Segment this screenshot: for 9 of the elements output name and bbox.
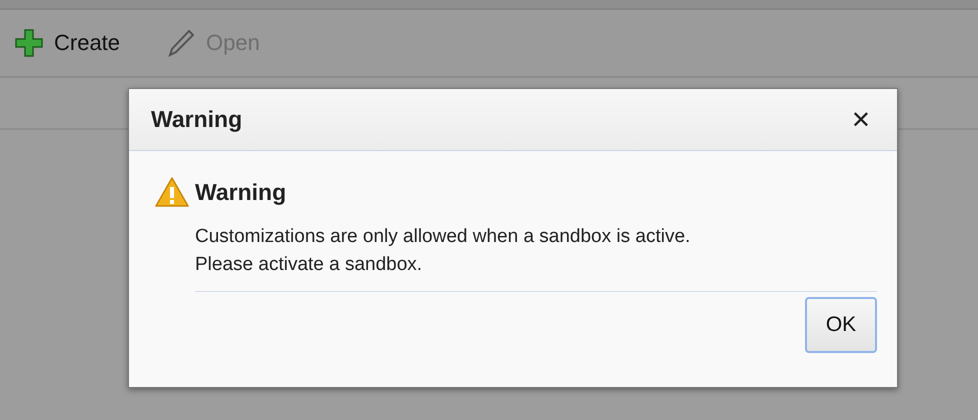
plus-icon bbox=[14, 28, 44, 58]
pencil-icon bbox=[166, 28, 196, 58]
toolbar-button[interactable]: Create bbox=[14, 28, 120, 58]
warning-message: Customizations are only allowed when a sandbox is active. Please activate a sandbox. bbox=[195, 225, 692, 277]
dialog-title: Warning bbox=[151, 106, 242, 133]
warning-heading: Warning bbox=[195, 178, 286, 206]
close-button[interactable]: ✕ bbox=[846, 106, 875, 134]
ok-button[interactable]: OK bbox=[805, 297, 877, 353]
warning-icon bbox=[155, 177, 189, 207]
